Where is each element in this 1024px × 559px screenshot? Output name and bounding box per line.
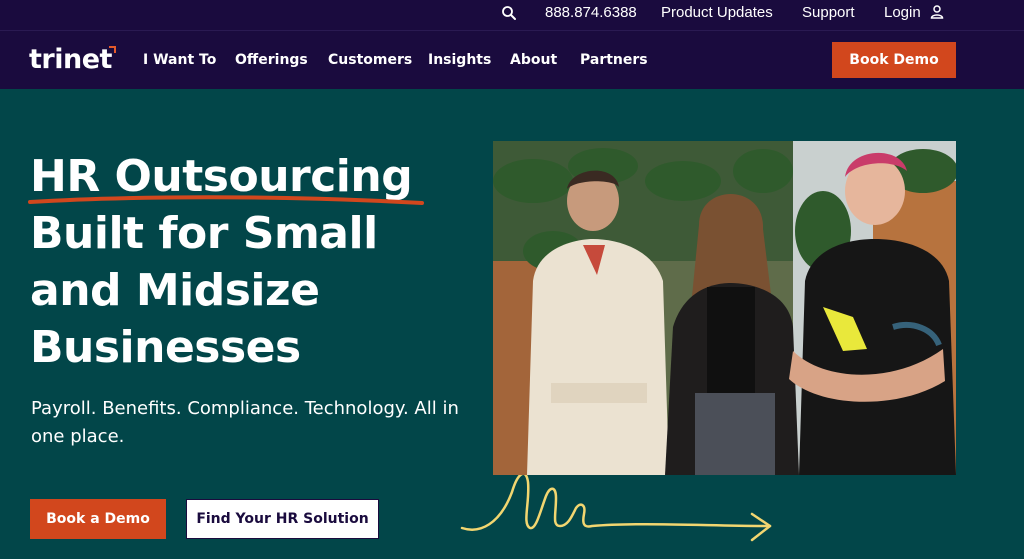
nav-item-about[interactable]: About bbox=[510, 52, 557, 68]
hero-title: HR Outsourcing Built for Small and Midsi… bbox=[30, 148, 480, 376]
book-demo-button[interactable]: Book Demo bbox=[832, 42, 956, 78]
arrow-right-icon bbox=[460, 472, 772, 542]
nav-item-partners[interactable]: Partners bbox=[580, 52, 648, 68]
hero-title-line: and Midsize bbox=[30, 265, 320, 316]
phone-link[interactable]: 888.874.6388 bbox=[545, 4, 637, 21]
logo-mark-icon bbox=[109, 46, 116, 53]
hero-photo bbox=[493, 141, 956, 475]
support-link[interactable]: Support bbox=[802, 4, 855, 21]
utility-bar: 888.874.6388 Product Updates Support Log… bbox=[0, 0, 1024, 30]
user-icon[interactable] bbox=[929, 4, 945, 20]
book-a-demo-button[interactable]: Book a Demo bbox=[30, 499, 166, 539]
search-icon[interactable] bbox=[501, 5, 517, 21]
nav-item-customers[interactable]: Customers bbox=[328, 52, 412, 68]
nav-item-i-want-to[interactable]: I Want To bbox=[143, 52, 216, 68]
nav-item-insights[interactable]: Insights bbox=[428, 52, 491, 68]
main-nav: trinet I Want To Offerings Customers Ins… bbox=[0, 30, 1024, 89]
trinet-logo[interactable]: trinet bbox=[29, 44, 112, 75]
find-hr-solution-button[interactable]: Find Your HR Solution bbox=[186, 499, 379, 539]
hero-subtitle: Payroll. Benefits. Compliance. Technolog… bbox=[31, 398, 459, 447]
product-updates-link[interactable]: Product Updates bbox=[661, 4, 773, 21]
hero-title-line: Built for Small bbox=[30, 208, 378, 259]
nav-item-offerings[interactable]: Offerings bbox=[235, 52, 308, 68]
title-underline-swash bbox=[28, 195, 424, 205]
hero-title-line: Businesses bbox=[30, 322, 301, 373]
login-link[interactable]: Login bbox=[884, 4, 921, 21]
